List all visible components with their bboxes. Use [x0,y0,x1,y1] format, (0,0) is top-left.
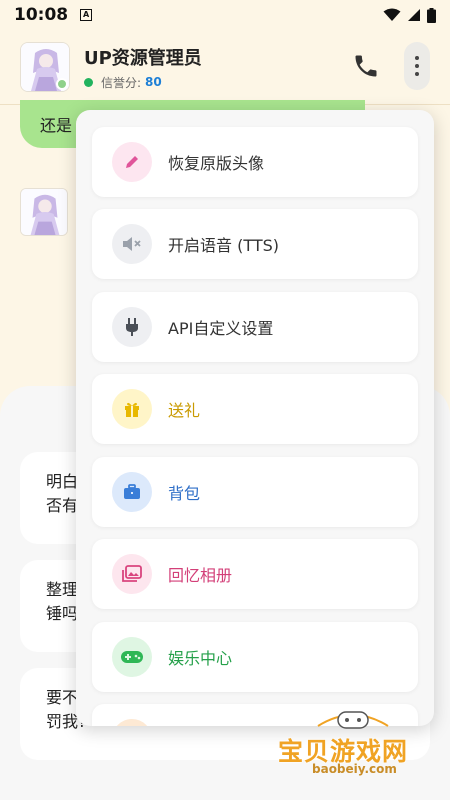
status-bar: 10:08 A [0,0,450,30]
menu-item-label: 回忆相册 [168,566,233,585]
speaker-muted-icon [112,224,152,264]
briefcase-icon [112,472,152,512]
menu-item-label: 背包 [168,484,201,503]
battery-icon [427,7,436,23]
avatar-online-badge [56,78,68,90]
photo-album-icon [112,554,152,594]
menu-item-label: 开启语音 (TTS) [168,236,279,255]
call-button[interactable] [352,52,380,80]
clock: 10:08 [14,5,69,25]
signal-icon [408,9,420,21]
menu-item-api-settings[interactable]: API自定义设置 [92,292,418,362]
watermark-url: baobeiy.com [312,762,397,776]
menu-item-enable-tts[interactable]: 开启语音 (TTS) [92,209,418,279]
menu-item-label: 恢复原版头像 [168,154,265,173]
anime-character-avatar-image [21,189,67,235]
pencil-icon [112,142,152,182]
text-a-icon: A [80,9,93,21]
credit-label: 信誉分: [101,75,142,90]
wifi-icon [383,8,401,21]
gamepad-icon [112,637,152,677]
contact-info: UP资源管理员 信誉分: 80 [84,44,202,91]
more-options-button[interactable] [404,42,430,90]
kebab-dot [415,56,419,60]
menu-item-label: API自定义设置 [168,319,274,338]
phone-icon [355,55,377,77]
menu-item-label: 娱乐中心 [168,649,233,668]
message-avatar[interactable] [20,188,68,236]
menu-item-backpack[interactable]: 背包 [92,457,418,527]
credit-row: 信誉分: 80 [84,74,202,91]
status-icons [383,7,436,23]
menu-item-restore-avatar[interactable]: 恢复原版头像 [92,127,418,197]
menu-item-entertainment-center[interactable]: 娱乐中心 [92,622,418,692]
kebab-dot [415,64,419,68]
menu-item-gift[interactable]: 送礼 [92,374,418,444]
plug-icon [112,307,152,347]
online-status-dot [84,77,93,87]
partial-menu-icon [112,719,152,726]
menu-item-label: 送礼 [168,401,201,420]
credit-score: 80 [145,75,162,89]
watermark: 宝贝游戏网 baobeiy.com [268,700,448,800]
gift-icon [112,389,152,429]
kebab-dot [415,72,419,76]
menu-item-memory-album[interactable]: 回忆相册 [92,539,418,609]
options-dropdown-menu: 恢复原版头像 开启语音 (TTS) API自定义设置 送礼 背包 回忆相册 娱乐… [76,110,434,726]
contact-name: UP资源管理员 [84,47,202,69]
chat-header: UP资源管理员 信誉分: 80 [0,30,450,105]
